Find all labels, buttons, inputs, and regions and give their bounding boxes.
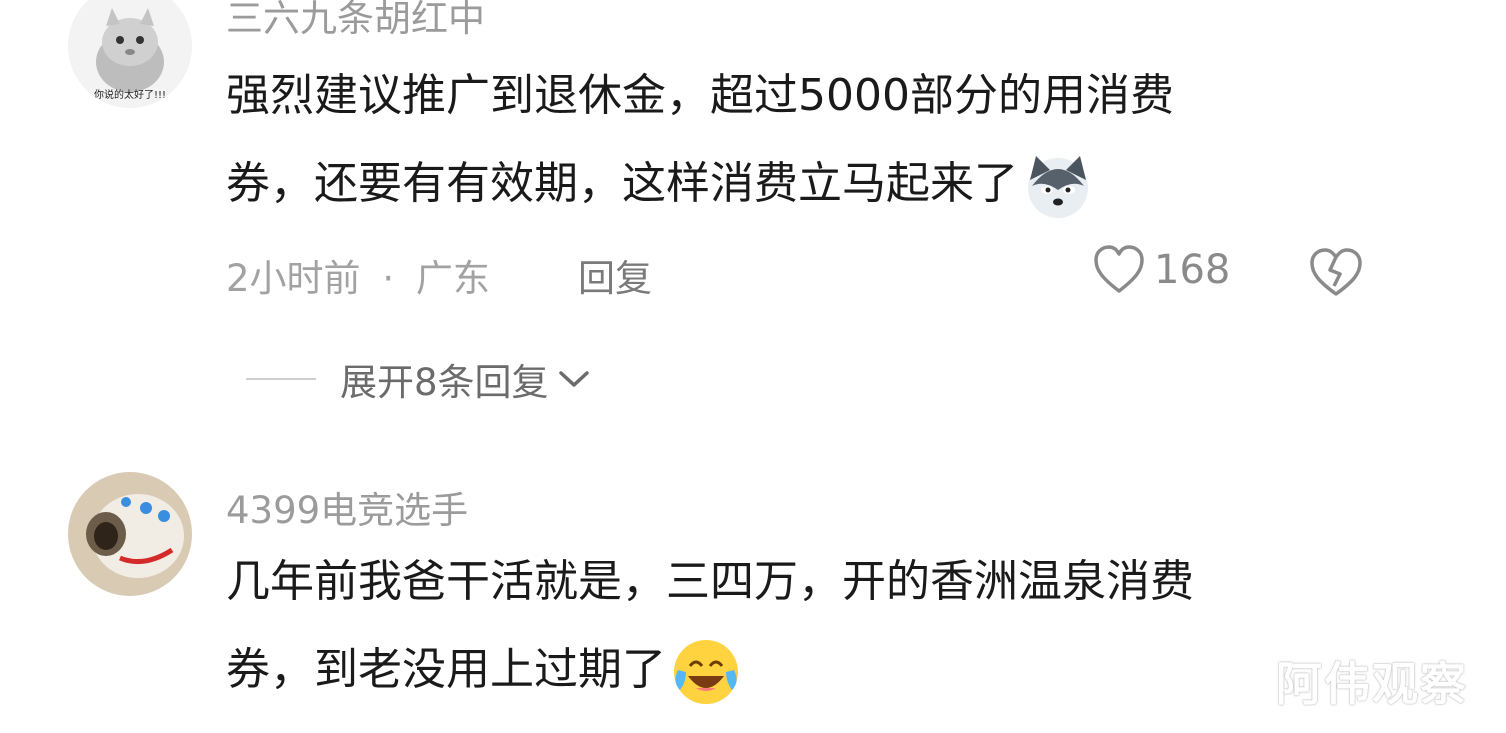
chevron-down-icon: [558, 371, 589, 387]
comment-line-with-emoji: 券，到老没用上过期了: [226, 626, 1376, 714]
comment-meta: 2小时前 · 广东: [226, 248, 490, 302]
comment-time: 2小时前: [226, 257, 361, 300]
comment-line: 几年前我爸干活就是，三四万，开的香洲温泉消费: [226, 556, 1194, 607]
avatar[interactable]: [68, 472, 192, 596]
crying-laughing-emoji-icon: [674, 640, 738, 704]
expand-replies-button[interactable]: 展开8条回复: [246, 352, 591, 406]
expand-divider: [246, 378, 316, 380]
avatar[interactable]: 你说的太好了!!!: [68, 0, 192, 108]
like-button[interactable]: 168: [1092, 244, 1230, 296]
reply-button[interactable]: 回复: [578, 248, 652, 302]
heart-icon: [1094, 245, 1144, 293]
broken-heart-icon: [1310, 248, 1362, 296]
comment-line-with-emoji: 券，还要有有效期，这样消费立马起来了: [226, 140, 1376, 228]
crying-dog-avatar-icon: [68, 472, 192, 596]
comment-text: 几年前我爸干活就是，三四万，开的香洲温泉消费 券，到老没用上过期了: [226, 538, 1376, 714]
expand-replies-label: 展开8条回复: [340, 361, 549, 404]
comment-line-text: 券，到老没用上过期了: [226, 644, 666, 695]
watermark: 阿伟观察: [1276, 657, 1468, 711]
svg-text:你说的太好了!!!: 你说的太好了!!!: [94, 88, 166, 101]
comment-location: 广东: [415, 257, 490, 300]
comment-line-text: 券，还要有有效期，这样消费立马起来了: [226, 158, 1018, 209]
comment-username[interactable]: 三六九条胡红中: [226, 0, 485, 42]
comment-line: 强烈建议推广到退休金，超过5000部分的用消费: [226, 70, 1174, 121]
dislike-button[interactable]: [1308, 246, 1364, 304]
cat-avatar-icon: 你说的太好了!!!: [68, 0, 192, 108]
like-count: 168: [1154, 247, 1231, 293]
comment-text: 强烈建议推广到退休金，超过5000部分的用消费 券，还要有有效期，这样消费立马起…: [226, 52, 1376, 228]
husky-emoji-icon: [1028, 156, 1088, 218]
meta-separator: ·: [382, 257, 395, 300]
comment-username[interactable]: 4399电竞选手: [226, 480, 468, 534]
